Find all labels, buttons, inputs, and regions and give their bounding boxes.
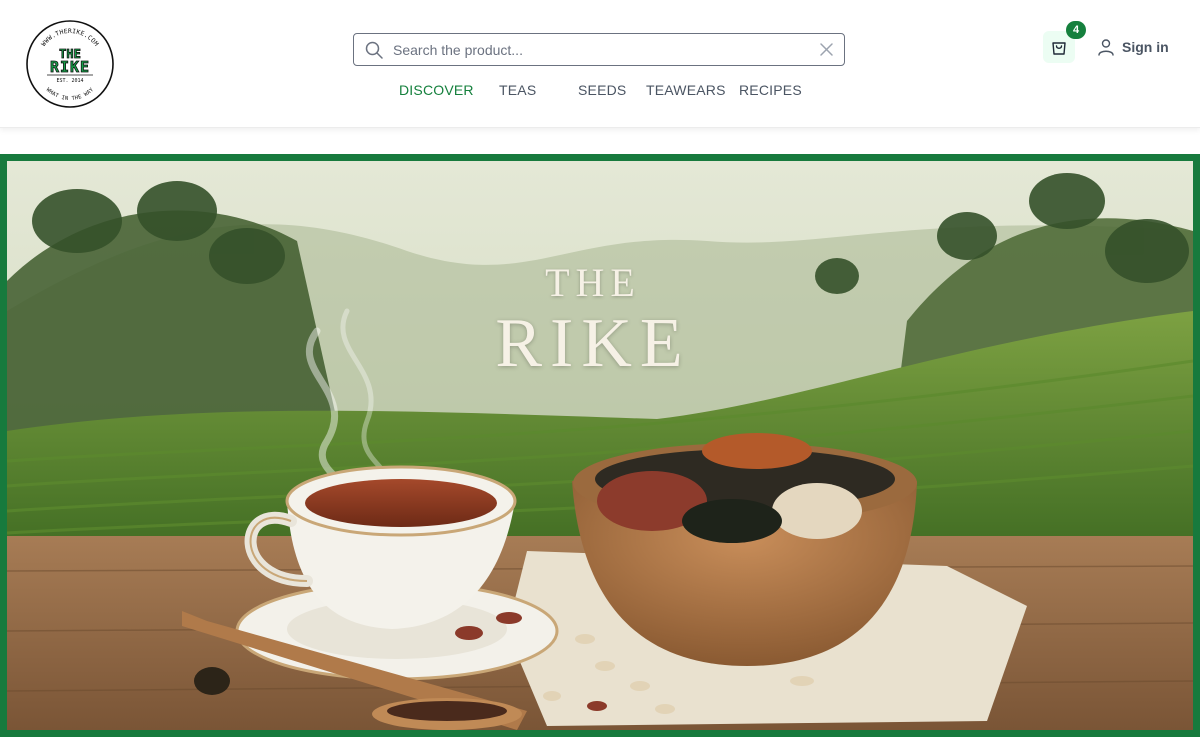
svg-text:EST. 2014: EST. 2014 (56, 78, 83, 84)
search-icon[interactable] (364, 40, 384, 60)
nav-teawears[interactable]: TEAWEARS (646, 82, 726, 98)
svg-text:RIKE: RIKE (50, 58, 90, 76)
site-header: WWW.THERIKE.COM WHAT IN THE WAY THE RIKE… (0, 0, 1200, 128)
brand-logo[interactable]: WWW.THERIKE.COM WHAT IN THE WAY THE RIKE… (25, 19, 115, 109)
nav-discover[interactable]: DISCOVER (399, 82, 474, 98)
search-bar (353, 33, 845, 66)
nav-seeds[interactable]: SEEDS (578, 82, 626, 98)
nav-recipes[interactable]: RECIPES (739, 82, 802, 98)
search-input[interactable] (393, 34, 803, 65)
shopping-bag-icon (1052, 42, 1066, 55)
tea-plantation-illustration (7, 161, 1193, 730)
hero-title-main: RIKE (495, 305, 691, 382)
hero-title-top: THE (545, 260, 641, 305)
user-icon (1098, 39, 1114, 56)
hero-image (7, 161, 1193, 730)
signin-label: Sign in (1122, 39, 1169, 55)
nav-teas[interactable]: TEAS (499, 82, 536, 98)
cart-count-badge: 4 (1066, 21, 1086, 39)
hero-banner[interactable]: THE RIKE (0, 154, 1200, 737)
close-icon[interactable] (819, 42, 834, 57)
logo-badge: WWW.THERIKE.COM WHAT IN THE WAY THE RIKE… (26, 20, 114, 108)
